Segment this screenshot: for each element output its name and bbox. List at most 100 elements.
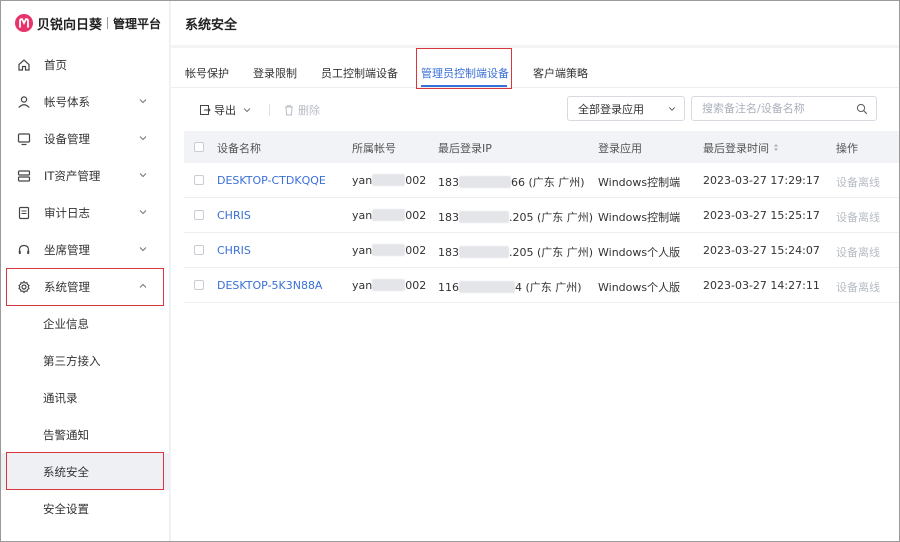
account-cell: yan 002 xyxy=(352,209,426,222)
device-name-link[interactable]: DESKTOP-5K3N88A xyxy=(217,279,322,292)
document-icon xyxy=(17,206,31,220)
tab-employee-devices[interactable]: 员工控制端设备 xyxy=(321,65,398,81)
search-box xyxy=(691,96,877,121)
sidebar-item-seats[interactable]: 坐席管理 xyxy=(1,231,170,268)
account-prefix: yan xyxy=(352,279,373,292)
table-header: 设备名称 所属帐号 最后登录IP 登录应用 最后登录时间 操作 xyxy=(184,131,899,163)
device-name-link[interactable]: CHRIS xyxy=(217,244,251,257)
sunlogin-logo-icon xyxy=(15,14,33,32)
highlight-box xyxy=(416,48,512,89)
device-offline-status: 设备离线 xyxy=(836,281,880,294)
chevron-down-icon xyxy=(139,136,147,141)
sidebar-item-devices[interactable]: 设备管理 xyxy=(1,120,170,157)
row-checkbox[interactable] xyxy=(194,210,204,220)
ip-cell: 183 .205 (广东 广州) xyxy=(438,244,593,260)
last-login-time-cell: 2023-03-27 15:24:07 xyxy=(703,244,820,257)
sidebar-subitem-alerts[interactable]: 告警通知 xyxy=(1,416,170,453)
column-header-last-login-time[interactable]: 最后登录时间 xyxy=(703,140,779,156)
table-row: DESKTOP-5K3N88A yan 002 116 4 (广东 广州) Wind… xyxy=(184,268,899,303)
account-suffix: 002 xyxy=(405,244,427,257)
last-login-time-cell: 2023-03-27 15:25:17 xyxy=(703,209,820,222)
user-icon xyxy=(17,95,31,109)
ip-prefix: 116 xyxy=(438,281,459,294)
server-icon xyxy=(17,169,31,183)
sidebar-item-label: 设备管理 xyxy=(44,131,90,146)
tab-account-protection[interactable]: 帐号保护 xyxy=(185,65,229,81)
device-name-link[interactable]: DESKTOP-CTDKQQE xyxy=(217,174,326,187)
ip-cell: 116 4 (广东 广州) xyxy=(438,279,582,295)
login-app-select-value: 全部登录应用 xyxy=(578,102,644,116)
column-header-actions: 操作 xyxy=(836,142,858,155)
account-prefix: yan xyxy=(352,209,373,222)
login-app-select[interactable]: 全部登录应用 xyxy=(567,96,685,121)
search-input[interactable] xyxy=(702,102,852,115)
brand-subtitle: 管理平台 xyxy=(113,16,162,31)
last-login-time-cell: 2023-03-27 14:27:11 xyxy=(703,279,820,292)
sidebar-item-label: 坐席管理 xyxy=(44,242,90,257)
row-checkbox[interactable] xyxy=(194,175,204,185)
login-app-cell: Windows控制端 xyxy=(598,176,681,189)
tab-login-restriction[interactable]: 登录限制 xyxy=(253,65,297,81)
redacted-text xyxy=(372,279,406,291)
select-all-checkbox[interactable] xyxy=(194,142,204,152)
tab-bar: 帐号保护 登录限制 员工控制端设备 管理员控制端设备 客户端策略 xyxy=(171,48,899,88)
chevron-down-icon xyxy=(243,108,251,113)
sidebar-subitem-company-info[interactable]: 企业信息 xyxy=(1,305,170,342)
redacted-text xyxy=(372,174,406,186)
export-icon xyxy=(200,105,211,115)
sidebar-subitem-security-settings[interactable]: 安全设置 xyxy=(1,490,170,527)
highlight-box xyxy=(6,452,164,490)
ip-suffix: 4 (广东 广州) xyxy=(515,281,582,294)
device-name-link[interactable]: CHRIS xyxy=(217,209,251,222)
trash-icon xyxy=(285,105,293,116)
sidebar-item-accounts[interactable]: 帐号体系 xyxy=(1,83,170,120)
sidebar-item-label: 首页 xyxy=(44,57,67,72)
row-checkbox[interactable] xyxy=(194,280,204,290)
tab-client-policy[interactable]: 客户端策略 xyxy=(533,65,588,81)
account-suffix: 002 xyxy=(405,279,427,292)
export-button[interactable]: 导出 xyxy=(199,102,252,118)
delete-button[interactable]: 删除 xyxy=(283,102,320,118)
brand-divider xyxy=(107,17,109,29)
last-login-time-cell: 2023-03-27 17:29:17 xyxy=(703,174,820,187)
redacted-text xyxy=(459,211,509,223)
login-app-cell: Windows控制端 xyxy=(598,211,681,224)
column-header-login-app: 登录应用 xyxy=(598,142,642,155)
device-offline-status: 设备离线 xyxy=(836,246,880,259)
chevron-down-icon xyxy=(139,173,147,178)
redacted-text xyxy=(372,209,406,221)
account-prefix: yan xyxy=(352,174,373,187)
redacted-text xyxy=(459,176,511,188)
chevron-down-icon xyxy=(139,99,147,104)
headset-icon xyxy=(17,243,31,257)
sidebar-item-label: 审计日志 xyxy=(44,205,90,220)
account-cell: yan 002 xyxy=(352,174,426,187)
sidebar-subitem-contacts[interactable]: 通讯录 xyxy=(1,379,170,416)
account-suffix: 002 xyxy=(405,209,427,222)
page-title: 系统安全 xyxy=(185,18,238,33)
delete-label: 删除 xyxy=(298,104,320,117)
sidebar-subitem-third-party[interactable]: 第三方接入 xyxy=(1,342,170,379)
row-checkbox[interactable] xyxy=(194,245,204,255)
monitor-icon xyxy=(17,132,31,146)
brand-name: 贝锐向日葵 xyxy=(37,17,103,33)
sidebar-item-home[interactable]: 首页 xyxy=(1,46,170,83)
toolbar: 导出 删除 全部登录应用 xyxy=(171,96,899,124)
brand: 贝锐向日葵 管理平台 xyxy=(15,13,161,33)
ip-suffix: .205 (广东 广州) xyxy=(509,211,594,224)
account-suffix: 002 xyxy=(405,174,427,187)
search-icon[interactable] xyxy=(856,103,868,115)
account-prefix: yan xyxy=(352,244,373,257)
redacted-text xyxy=(459,281,515,293)
sidebar-item-audit-log[interactable]: 审计日志 xyxy=(1,194,170,231)
login-app-cell: Windows个人版 xyxy=(598,246,681,259)
ip-suffix: 66 (广东 广州) xyxy=(511,176,585,189)
redacted-text xyxy=(372,244,406,256)
sort-icon xyxy=(774,144,778,151)
chevron-down-icon xyxy=(668,107,676,111)
page-header: 系统安全 xyxy=(171,1,899,45)
chevron-down-icon xyxy=(139,210,147,215)
ip-cell: 183 66 (广东 广州) xyxy=(438,174,585,190)
column-header-account: 所属帐号 xyxy=(352,142,396,155)
sidebar-item-it-assets[interactable]: IT资产管理 xyxy=(1,157,170,194)
